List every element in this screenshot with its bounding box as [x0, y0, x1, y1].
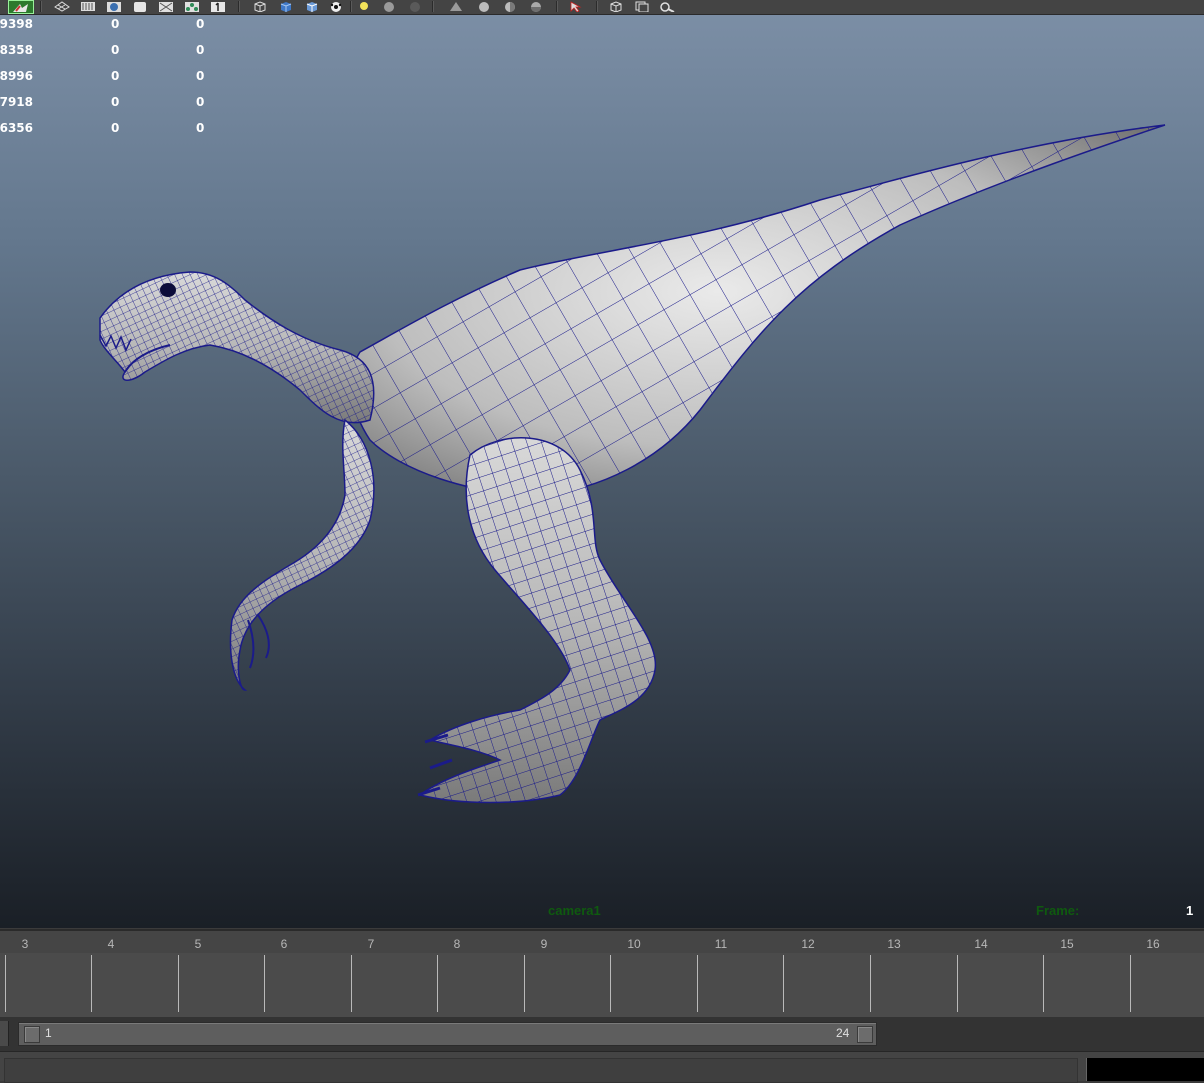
grid-icon[interactable] [52, 0, 72, 12]
timeline-number: 6 [280, 937, 288, 951]
sphere-dark-icon[interactable] [406, 0, 424, 12]
raptor-leg [417, 437, 657, 804]
hierarchy-icon[interactable] [182, 0, 202, 12]
timeline-ruler: 3 4 5 6 7 8 9 10 11 12 13 14 15 16 [0, 931, 1204, 953]
timeline-number: 8 [453, 937, 461, 951]
timeline-number: 3 [21, 937, 29, 951]
timeline-number: 14 [974, 937, 988, 951]
range-start-value: 1 [45, 1026, 52, 1040]
select-arrow-icon[interactable] [566, 0, 586, 12]
timeline-number: 11 [714, 937, 728, 951]
timeline-tick [957, 955, 958, 1012]
range-start-handle[interactable] [24, 1026, 40, 1043]
timeline-tick [5, 955, 6, 1012]
timeline-number: 7 [367, 937, 375, 951]
raptor-body [350, 124, 1166, 496]
raptor-mesh[interactable] [0, 15, 1204, 928]
command-result-field [1086, 1058, 1204, 1081]
cone-icon[interactable] [446, 0, 466, 12]
timeline-tick [697, 955, 698, 1012]
perspective-viewport[interactable]: 9398 0 0 8358 0 0 8996 0 0 7918 0 0 2635… [0, 15, 1204, 928]
timeline-tick [1130, 955, 1131, 1012]
raptor-head [99, 271, 375, 424]
box-outline-icon[interactable] [606, 0, 626, 12]
camera-label: camera1 [548, 903, 601, 918]
timeline-number: 13 [887, 937, 901, 951]
command-input[interactable] [4, 1058, 1078, 1083]
command-line [0, 1051, 1204, 1083]
one-icon[interactable] [208, 0, 228, 12]
time-slider[interactable]: 3 4 5 6 7 8 9 10 11 12 13 14 15 16 [0, 929, 1204, 1019]
range-slider-bar: 1 24 [0, 1017, 1204, 1051]
timeline-tick [610, 955, 611, 1012]
frame-label: Frame: [1036, 903, 1080, 918]
toolbar-divider [596, 1, 598, 12]
timeline-tick [264, 955, 265, 1012]
timeline-number: 16 [1146, 937, 1160, 951]
range-end-value: 24 [836, 1026, 850, 1040]
range-end-handle[interactable] [857, 1026, 873, 1043]
timeline-number: 9 [540, 937, 548, 951]
film-icon[interactable] [78, 0, 98, 12]
timeline-tick [351, 955, 352, 1012]
timeline-number: 10 [627, 937, 641, 951]
sphere-half-2-icon[interactable] [526, 0, 546, 12]
sphere-icon[interactable] [104, 0, 124, 12]
sphere-light-icon[interactable] [474, 0, 494, 12]
timeline-tick [178, 955, 179, 1012]
timeline-tick [524, 955, 525, 1012]
magnet-icon[interactable] [658, 0, 678, 12]
render-icon[interactable] [8, 0, 34, 14]
raptor-arm [229, 418, 375, 691]
timeline-tick [870, 955, 871, 1012]
soccer-ball-icon[interactable] [326, 0, 346, 12]
timeline-number: 12 [801, 937, 815, 951]
timeline-tick [437, 955, 438, 1012]
toolbar-divider [556, 1, 558, 12]
cube-textured-icon[interactable] [302, 0, 322, 12]
cube-wire-icon[interactable] [250, 0, 270, 12]
toolbar-divider [432, 1, 434, 12]
start-time-field[interactable] [0, 1021, 9, 1046]
timeline-number: 4 [107, 937, 115, 951]
frame-value: 1 [1186, 903, 1194, 918]
copy-icon[interactable] [632, 0, 652, 12]
timeline-track[interactable] [0, 953, 1204, 1019]
light-icon[interactable] [356, 0, 372, 12]
timeline-tick [91, 955, 92, 1012]
toolbar-divider [238, 1, 240, 12]
timeline-number: 15 [1060, 937, 1074, 951]
status-line-toolbar [0, 0, 1204, 15]
sphere-half-icon[interactable] [500, 0, 520, 12]
cross-icon[interactable] [156, 0, 176, 12]
timeline-tick [1043, 955, 1044, 1012]
cube-shaded-icon[interactable] [276, 0, 296, 12]
timeline-number: 5 [194, 937, 202, 951]
timeline-tick [783, 955, 784, 1012]
range-slider[interactable]: 1 24 [18, 1022, 877, 1046]
box-icon[interactable] [130, 0, 150, 12]
sphere-gray-icon[interactable] [380, 0, 398, 12]
toolbar-divider [350, 1, 352, 12]
toolbar-divider [40, 1, 42, 12]
